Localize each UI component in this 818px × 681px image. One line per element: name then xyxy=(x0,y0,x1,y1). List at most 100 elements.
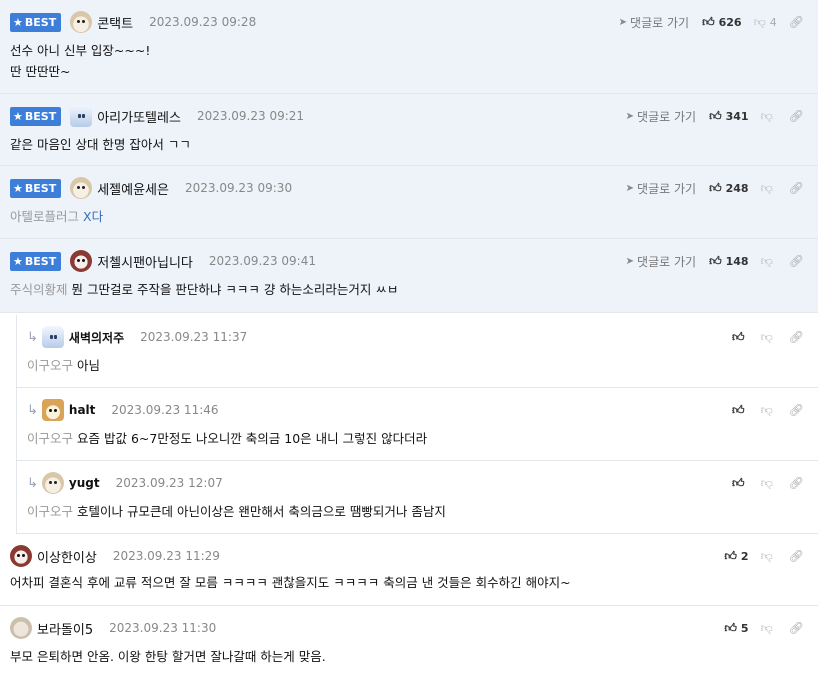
dislike-button[interactable]: 👎︎ xyxy=(761,330,777,345)
like-button[interactable]: 👍︎ 248 xyxy=(709,181,749,196)
link-icon[interactable]: 🔗︎ xyxy=(789,476,804,490)
like-button[interactable]: 👍︎ xyxy=(732,403,749,418)
thumbs-up-icon: 👍︎ xyxy=(709,253,722,268)
link-icon[interactable]: 🔗︎ xyxy=(789,109,804,123)
avatar[interactable] xyxy=(41,399,64,421)
like-count: 341 xyxy=(725,109,749,123)
comment-item: ★ BEST 콘택트 2023.09.23 09:28 ➤ 댓글로 가기 👍︎ 626… xyxy=(0,0,818,94)
link-icon[interactable]: 🔗︎ xyxy=(789,254,804,268)
avatar[interactable] xyxy=(10,545,32,567)
comment-header: ★ BEST 세젤예윤세은 2023.09.23 09:30 xyxy=(10,177,292,199)
link-icon[interactable]: 🔗︎ xyxy=(789,549,804,563)
link-icon[interactable]: 🔗︎ xyxy=(789,621,804,635)
comment-date: 2023.09.23 11:29 xyxy=(112,549,220,563)
avatar[interactable] xyxy=(41,472,64,494)
goto-reply-button[interactable]: ➤ 댓글로 가기 xyxy=(626,180,696,197)
quoted-user[interactable]: 이구오구 xyxy=(27,431,73,446)
like-button[interactable]: 👍︎ xyxy=(732,330,749,345)
comment-actions: 👍︎ 👎︎ 🔗︎ xyxy=(732,472,804,494)
thumbs-up-icon: 👍︎ xyxy=(732,329,745,344)
nickname[interactable]: yugt xyxy=(69,476,100,490)
nickname[interactable]: 이상한이상 xyxy=(37,547,97,566)
link-icon[interactable]: 🔗︎ xyxy=(789,330,804,344)
comment-header: ★ BEST 콘택트 2023.09.23 09:28 xyxy=(10,11,256,33)
thumbs-up-icon: 👍︎ xyxy=(709,108,722,123)
comment-actions: 👍︎ 5 👎︎ 🔗︎ xyxy=(724,617,804,639)
thumbs-up-icon: 👍︎ xyxy=(724,620,737,635)
thumbs-down-icon: 👎︎ xyxy=(760,475,773,490)
comment-date: 2023.09.23 09:21 xyxy=(196,109,305,123)
dislike-button[interactable]: 👎︎ xyxy=(761,254,777,269)
star-icon: ★ xyxy=(13,15,23,29)
comment-item: 보라돌이5 2023.09.23 11:30 👍︎ 5 👎︎ 🔗︎ 부모 은퇴하면… xyxy=(0,606,818,681)
comment-item: ★ BEST 저첼시팬아닙니다 2023.09.23 09:41 ➤ 댓글로 가기 … xyxy=(0,239,818,313)
goto-reply-button[interactable]: ➤ 댓글로 가기 xyxy=(619,14,689,31)
quoted-user[interactable]: 주식의황제 xyxy=(10,282,68,297)
send-icon: ➤ xyxy=(625,255,635,267)
quoted-user[interactable]: 이구오구 xyxy=(27,358,73,373)
comment-item: ★ BEST 아리가또텔레스 2023.09.23 09:21 ➤ 댓글로 가기 👍… xyxy=(0,94,818,166)
comment-date: 2023.09.23 11:30 xyxy=(109,621,217,635)
nickname[interactable]: 저첼시팬아닙니다 xyxy=(97,252,193,271)
thumbs-up-icon: 👍︎ xyxy=(702,14,715,29)
dislike-button[interactable]: 👎︎ xyxy=(761,549,777,564)
comment-date: 2023.09.23 09:28 xyxy=(149,15,257,29)
dislike-button[interactable]: 👎︎ xyxy=(761,181,777,196)
dislike-button[interactable]: 👎︎ 4 xyxy=(754,15,777,30)
comment-date: 2023.09.23 09:30 xyxy=(184,181,293,195)
like-button[interactable]: 👍︎ 148 xyxy=(709,254,749,269)
comment-date: 2023.09.23 09:41 xyxy=(208,254,316,268)
comment-actions: 👍︎ 👎︎ 🔗︎ xyxy=(732,399,804,421)
goto-reply-button[interactable]: ➤ 댓글로 가기 xyxy=(626,253,696,270)
nickname[interactable]: halt xyxy=(69,403,96,417)
star-icon: ★ xyxy=(13,181,23,195)
comment-body: 이구오구 아님 xyxy=(27,358,101,373)
avatar[interactable] xyxy=(70,177,93,199)
dislike-button[interactable]: 👎︎ xyxy=(761,621,777,636)
like-count: 626 xyxy=(718,15,742,29)
comment-body: 어차피 결혼식 후에 교류 적으면 잘 모름 ㅋㅋㅋㅋ 괜찮을지도 ㅋㅋㅋㅋ 축… xyxy=(10,575,571,590)
nickname[interactable]: 콘택트 xyxy=(97,13,133,32)
thumbs-up-icon: 👍︎ xyxy=(732,475,745,490)
link-icon[interactable]: 🔗︎ xyxy=(789,15,804,29)
like-button[interactable]: 👍︎ 341 xyxy=(709,109,749,124)
best-badge: ★ BEST xyxy=(10,251,62,271)
comment-header: ↳ yugt 2023.09.23 12:07 xyxy=(27,472,223,494)
quoted-user[interactable]: 아텔로플러그 xyxy=(10,209,79,224)
nickname[interactable]: 보라돌이5 xyxy=(37,619,93,638)
dislike-button[interactable]: 👎︎ xyxy=(761,109,777,124)
avatar[interactable] xyxy=(70,11,93,33)
avatar[interactable] xyxy=(41,326,64,348)
link-icon[interactable]: 🔗︎ xyxy=(789,181,804,195)
like-button[interactable]: 👍︎ xyxy=(732,476,749,491)
dislike-button[interactable]: 👎︎ xyxy=(761,403,777,418)
like-button[interactable]: 👍︎ 2 xyxy=(724,549,748,564)
reply-item: ↳ 새벽의저주 2023.09.23 11:37 👍︎ 👎︎ 🔗︎ 이구오구 아님 xyxy=(16,315,818,388)
like-button[interactable]: 👍︎ 626 xyxy=(702,15,742,30)
link-icon[interactable]: 🔗︎ xyxy=(789,403,804,417)
avatar[interactable] xyxy=(10,617,32,639)
thumbs-down-icon: 👎︎ xyxy=(760,402,773,417)
nickname[interactable]: 세젤예윤세은 xyxy=(97,179,169,198)
comment-item: 이상한이상 2023.09.23 11:29 👍︎ 2 👎︎ 🔗︎ 어차피 결혼식… xyxy=(0,534,818,606)
dislike-button[interactable]: 👎︎ xyxy=(761,476,777,491)
reply-arrow-icon: ↳ xyxy=(27,329,38,345)
send-icon: ➤ xyxy=(625,182,635,194)
like-count: 5 xyxy=(740,621,749,635)
like-count: 148 xyxy=(725,254,749,268)
thumbs-up-icon: 👍︎ xyxy=(732,402,745,417)
best-badge: ★ BEST xyxy=(10,178,62,198)
send-icon: ➤ xyxy=(625,110,635,122)
goto-reply-button[interactable]: ➤ 댓글로 가기 xyxy=(626,108,696,125)
comment-body: 아텔로플러그 X다 xyxy=(10,209,104,224)
comment-actions: ➤ 댓글로 가기 👍︎ 341 👎︎ 🔗︎ xyxy=(626,105,804,127)
thumbs-up-icon: 👍︎ xyxy=(709,180,722,195)
nickname[interactable]: 아리가또텔레스 xyxy=(97,107,181,126)
avatar[interactable] xyxy=(70,105,93,127)
like-button[interactable]: 👍︎ 5 xyxy=(724,621,748,636)
like-count: 248 xyxy=(725,181,749,195)
avatar[interactable] xyxy=(70,250,93,272)
quoted-user[interactable]: 이구오구 xyxy=(27,504,73,519)
comment-date: 2023.09.23 11:37 xyxy=(140,330,248,344)
nickname[interactable]: 새벽의저주 xyxy=(69,329,124,346)
